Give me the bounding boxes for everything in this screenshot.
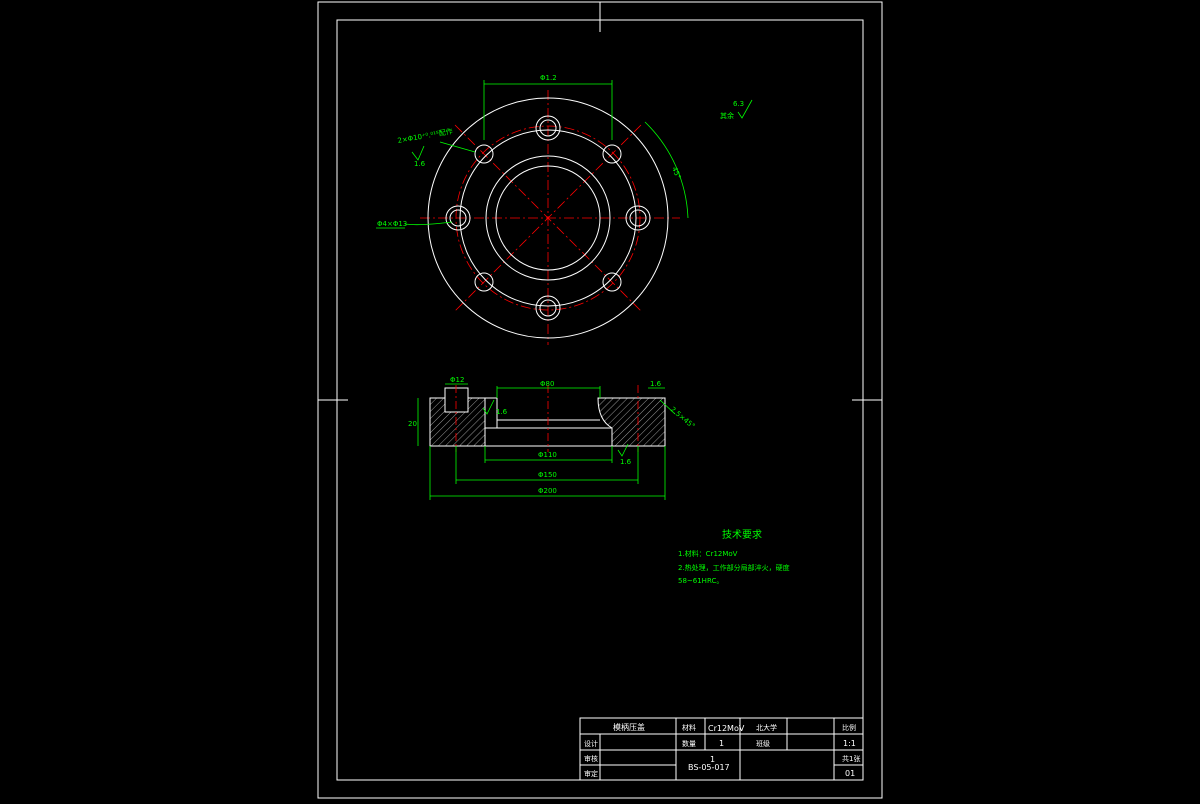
- roughness-small-holes-value: 1.6: [414, 160, 426, 168]
- dim-bolt-holes-label: Φ4×Φ13: [377, 220, 407, 228]
- drawing-sheet: Φ1.2 2×Φ10⁺⁰.⁰¹⁵配作 1.6 Φ4×Φ13 45° 其余 6.3: [317, 1, 883, 799]
- section-view: Φ12 Φ80 1.6 2.5×45° 20 1.6 1.6 Φ110 Φ150…: [408, 376, 696, 500]
- tech-req-line-1: 1.材料：Cr12MoV: [678, 549, 738, 558]
- roughness-other-value: 6.3: [733, 100, 744, 108]
- tb-label-school: 班级: [756, 739, 770, 748]
- section-right-body: [597, 397, 666, 447]
- tb-part-name: 模柄压盖: [613, 722, 645, 732]
- roughness-b-value: 1.6: [620, 458, 632, 466]
- tb-label-design: 设计: [584, 739, 598, 748]
- section-slot: [444, 387, 469, 413]
- tb-label-quantity: 数量: [682, 739, 696, 748]
- tb-label-sheet: 共1张: [842, 754, 860, 763]
- cad-drawing-canvas: Φ1.2 2×Φ10⁺⁰.⁰¹⁵配作 1.6 Φ4×Φ13 45° 其余 6.3: [0, 0, 1200, 800]
- tb-scale: 1:1: [843, 739, 856, 748]
- tech-requirements: 技术要求 1.材料：Cr12MoV 2.热处理，工作部分局部淬火，硬度 58~6…: [678, 528, 790, 585]
- tb-label-material: 材料: [682, 723, 696, 732]
- tech-req-line-3: 58~61HRC。: [678, 577, 723, 585]
- dim-d200-label: Φ200: [538, 487, 557, 495]
- dim-slot-label: Φ12: [450, 376, 464, 384]
- dim-width-label: Φ1.2: [540, 74, 557, 82]
- tb-sheet-value: 01: [845, 769, 855, 778]
- dim-bore-label: Φ80: [540, 380, 554, 388]
- section-left-body: [429, 397, 486, 447]
- top-view: Φ1.2 2×Φ10⁺⁰.⁰¹⁵配作 1.6 Φ4×Φ13 45° 其余 6.3: [376, 74, 753, 345]
- dim-d110-label: Φ110: [538, 451, 557, 459]
- tb-drawing-no: BS-05-017: [688, 763, 730, 772]
- tb-quantity: 1: [719, 739, 724, 748]
- dim-chamfer-angle-label: 2.5×45°: [669, 405, 697, 430]
- tb-label-org: 北大学: [756, 723, 777, 732]
- tech-req-line-2: 2.热处理，工作部分局部淬火，硬度: [678, 563, 790, 572]
- roughness-a-value: 1.6: [496, 408, 508, 416]
- tb-label-check: 审核: [584, 754, 598, 763]
- tb-label-scale: 比例: [842, 723, 856, 732]
- dim-height-label: 20: [408, 420, 417, 428]
- roughness-other-label: 其余: [720, 111, 734, 120]
- dim-small-holes-label: 2×Φ10⁺⁰.⁰¹⁵配作: [397, 126, 454, 145]
- dim-chamfer-label: 1.6: [650, 380, 662, 388]
- tb-label-approve: 审定: [584, 769, 598, 778]
- tb-material: Cr12MoV: [708, 724, 745, 733]
- tech-req-title: 技术要求: [722, 528, 762, 541]
- leader-small-holes: [439, 141, 476, 153]
- roughness-symbol-small-holes: [411, 145, 425, 161]
- dim-angle-arc: [644, 121, 689, 219]
- dim-d150-label: Φ150: [538, 471, 557, 479]
